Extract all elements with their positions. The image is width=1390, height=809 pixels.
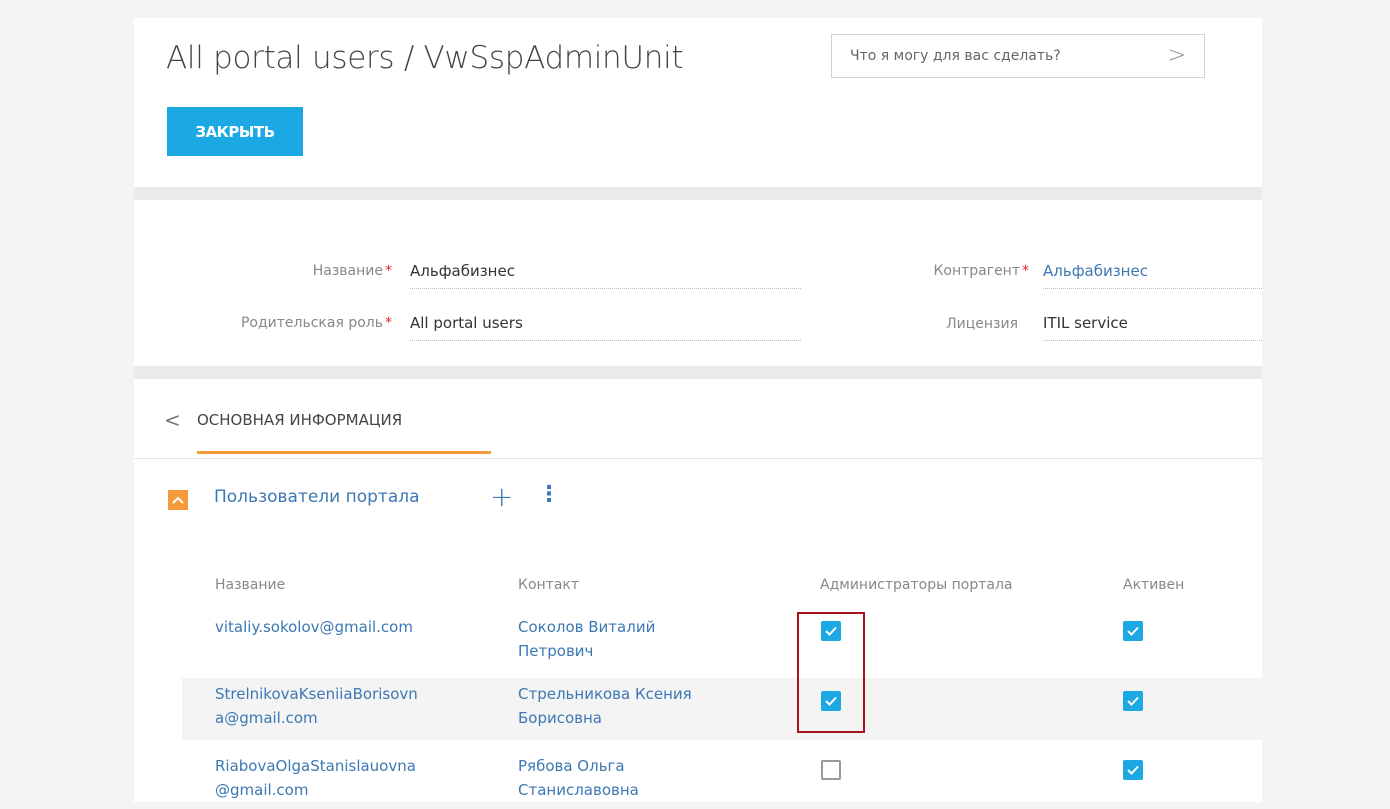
check-icon	[1127, 696, 1139, 706]
table-row[interactable]: StrelnikovaKseniiaBorisovn a@gmail.com С…	[182, 678, 1262, 740]
column-header-contact[interactable]: Контакт	[518, 577, 579, 593]
contact-link[interactable]: Стрельникова Ксения Борисовна	[518, 682, 692, 730]
active-checkbox[interactable]	[1123, 760, 1143, 780]
chevron-up-icon	[172, 496, 184, 504]
user-name-link[interactable]: vitaliy.sokolov@gmail.com	[215, 615, 413, 639]
account-field[interactable]: Альфабизнес	[1043, 262, 1262, 289]
table-row[interactable]: RiabovaOlgaStanislauovna @gmail.com Рябо…	[182, 750, 1262, 802]
name-label: Название *	[312, 263, 392, 279]
active-checkbox[interactable]	[1123, 621, 1143, 641]
portal-admin-checkbox[interactable]	[821, 760, 841, 780]
page-header: All portal users / VwSspAdminUnit Что я …	[134, 18, 1262, 187]
close-button[interactable]: ЗАКРЫТЬ	[167, 107, 303, 156]
section-divider	[134, 187, 1262, 200]
table-row[interactable]: vitaliy.sokolov@gmail.com Соколов Витали…	[182, 611, 1262, 673]
name-field[interactable]: Альфабизнес	[410, 262, 801, 289]
check-icon	[1127, 765, 1139, 775]
user-name-link[interactable]: RiabovaOlgaStanislauovna @gmail.com	[215, 754, 416, 802]
highlight-annotation	[797, 612, 865, 733]
contact-link[interactable]: Рябова Ольга Станиславовна	[518, 754, 639, 802]
main-fields: Название * Альфабизнес Родительская роль *…	[134, 200, 1262, 366]
column-header-active[interactable]: Активен	[1123, 577, 1184, 593]
column-header-name[interactable]: Название	[215, 577, 285, 593]
detail-title[interactable]: Пользователи портала	[214, 487, 420, 507]
tab-main-info[interactable]: ОСНОВНАЯ ИНФОРМАЦИЯ	[197, 411, 402, 429]
column-header-portal-admins[interactable]: Администраторы портала	[820, 577, 1012, 593]
more-actions-icon[interactable]: ⋮	[538, 482, 560, 507]
add-icon[interactable]: +	[490, 480, 513, 513]
card-page: All portal users / VwSspAdminUnit Что я …	[134, 18, 1262, 802]
active-checkbox[interactable]	[1123, 691, 1143, 711]
tab-bar: < ОСНОВНАЯ ИНФОРМАЦИЯ	[134, 379, 1262, 459]
parent-role-field[interactable]: All portal users	[410, 314, 801, 341]
check-icon	[1127, 626, 1139, 636]
user-name-link[interactable]: StrelnikovaKseniiaBorisovn a@gmail.com	[215, 682, 418, 730]
chevron-right-icon[interactable]: >	[1168, 43, 1186, 68]
collapse-detail-button[interactable]	[168, 490, 188, 510]
license-label: Лицензия	[946, 316, 1018, 332]
tab-scroll-left-icon[interactable]: <	[164, 408, 181, 432]
contact-link[interactable]: Соколов Виталий Петрович	[518, 615, 655, 663]
parent-role-label: Родительская роль *	[240, 315, 392, 331]
active-tab-indicator	[197, 451, 491, 454]
account-label: Контрагент *	[933, 263, 1029, 279]
license-field[interactable]: ITIL service	[1043, 314, 1262, 341]
portal-users-detail: Пользователи портала + ⋮ Название Контак…	[134, 460, 1262, 802]
search-placeholder: Что я могу для вас сделать?	[850, 48, 1061, 64]
page-title: All portal users / VwSspAdminUnit	[166, 40, 684, 76]
command-search-box[interactable]: Что я могу для вас сделать? >	[831, 34, 1205, 78]
section-divider	[134, 366, 1262, 379]
